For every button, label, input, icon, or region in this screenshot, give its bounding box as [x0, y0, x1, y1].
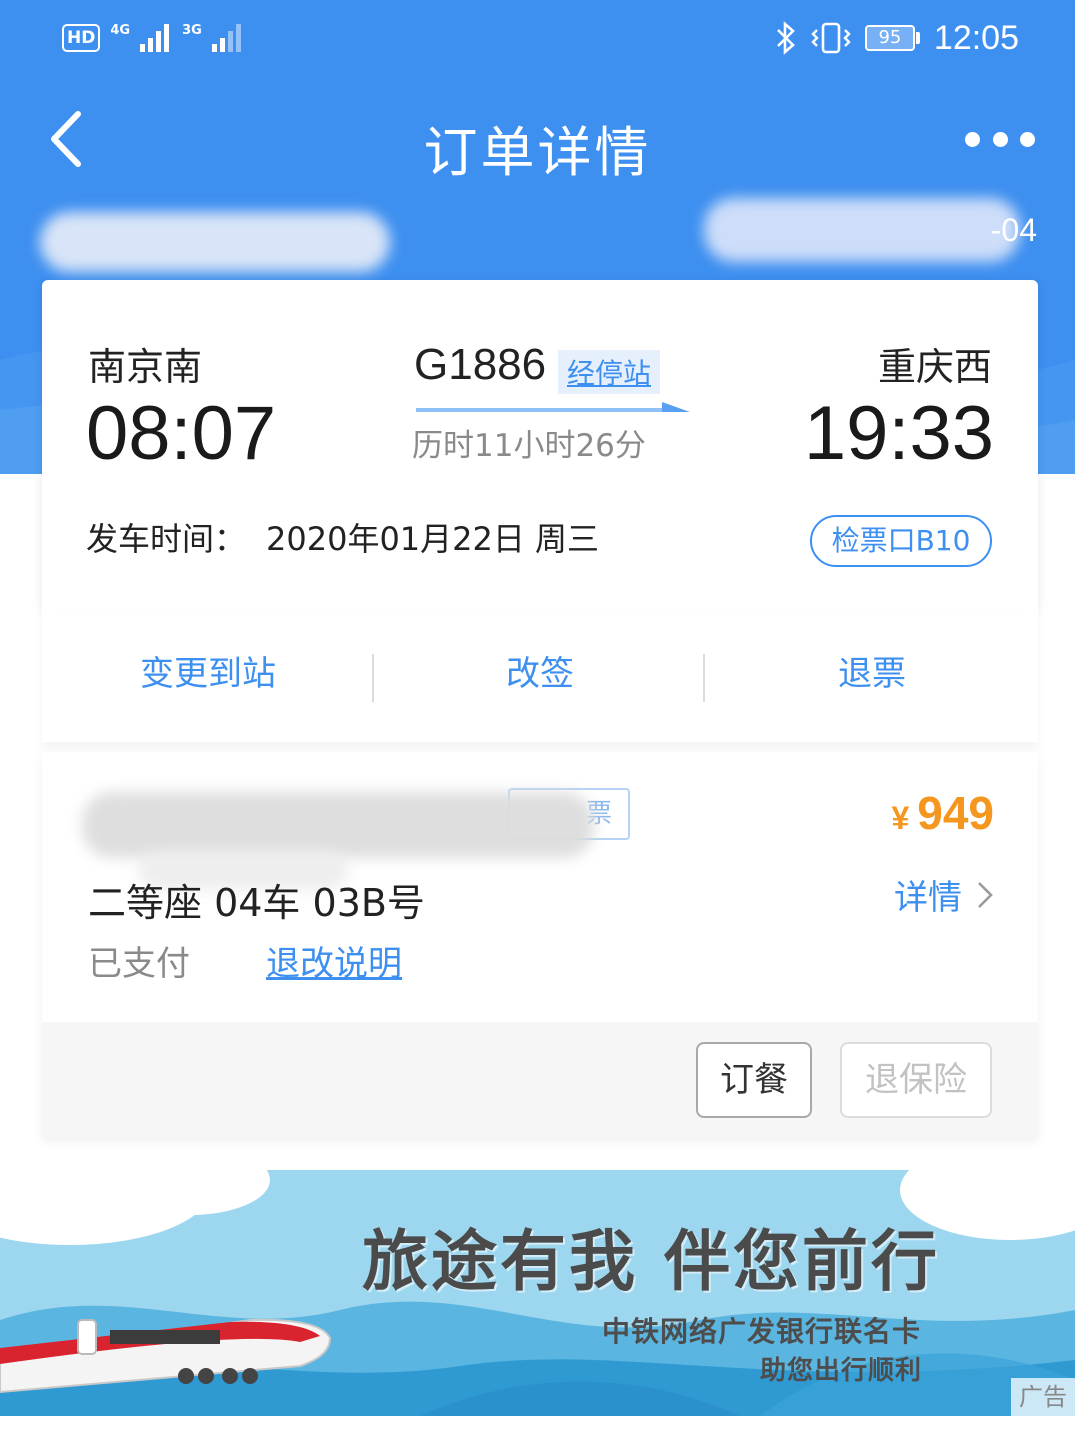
status-clock: 12:05 — [933, 18, 1019, 57]
currency-symbol: ¥ — [891, 800, 910, 836]
departure-date: 2020年01月22日 周三 — [266, 520, 600, 558]
trip-info-card: 南京南 08:07 G1886 经停站 历时11小时26分 重庆西 19:33 … — [42, 280, 1038, 610]
travel-duration: 历时11小时26分 — [412, 428, 646, 464]
price-value: 949 — [917, 787, 994, 839]
passenger-ticket-card: 票 ¥949 二等座 04车 03B号 详情 已支付 退改说明 订餐 退保险 — [42, 752, 1038, 1138]
ticket-detail-link[interactable]: 详情 — [894, 870, 994, 919]
seat-info: 二等座 04车 03B号 — [88, 881, 425, 925]
battery-tip — [915, 32, 920, 44]
vibrate-icon — [811, 22, 851, 54]
network-type-1: 4G — [110, 22, 131, 38]
redacted-passenger-name — [82, 792, 594, 858]
ad-label: 广告 — [1011, 1378, 1075, 1416]
more-options-button[interactable] — [965, 126, 1035, 152]
departure-station: 南京南 — [88, 345, 203, 389]
departure-date-label: 发车时间： — [86, 520, 247, 558]
train-number: G1886 — [414, 340, 547, 389]
refund-button[interactable]: 退票 — [706, 646, 1038, 695]
status-bar-right: 95 12:05 — [775, 18, 1019, 58]
cancel-insurance-button[interactable]: 退保险 — [840, 1042, 992, 1118]
status-bar: HD 4G 3G 95 12:05 — [0, 0, 1075, 78]
bluetooth-icon — [776, 21, 795, 55]
ad-banner[interactable]: 旅途有我 伴您前行 中铁网络广发银行联名卡 助您出行顺利 广告 — [0, 1170, 1075, 1416]
ad-subtitle: 中铁网络广发银行联名卡 — [602, 1315, 922, 1348]
navigation-bar: 订单详情 — [0, 90, 1075, 190]
ad-title: 旅途有我 伴您前行 — [362, 1223, 940, 1300]
ticket-detail-label: 详情 — [894, 878, 962, 918]
battery-indicator: 95 — [864, 25, 920, 51]
redacted-order-number — [704, 198, 1020, 262]
reschedule-button[interactable]: 改签 — [374, 646, 706, 695]
battery-level: 95 — [864, 25, 915, 51]
signal-icon — [140, 24, 170, 52]
departure-time: 08:07 — [86, 391, 277, 476]
order-number-suffix: -04 — [990, 212, 1037, 248]
more-dot-icon — [965, 131, 980, 147]
payment-status: 已支付 — [88, 944, 190, 984]
signal-icon — [211, 24, 241, 52]
ticket-button-bar: 订餐 退保险 — [42, 1022, 1038, 1138]
arrival-station: 重庆西 — [877, 345, 992, 389]
action-divider — [703, 654, 705, 702]
page-title: 订单详情 — [423, 121, 652, 184]
ad-subtitle-2: 助您出行顺利 — [760, 1356, 923, 1386]
order-meal-button[interactable]: 订餐 — [696, 1042, 812, 1118]
hd-indicator: HD — [62, 24, 101, 52]
refund-rules-link[interactable]: 退改说明 — [266, 936, 402, 985]
redacted-order-info — [40, 212, 390, 272]
status-bar-left: HD 4G 3G — [62, 20, 244, 56]
more-dot-icon — [1020, 131, 1035, 147]
change-destination-button[interactable]: 变更到站 — [42, 646, 374, 695]
chevron-right-icon — [978, 881, 993, 908]
order-actions: 变更到站 改签 退票 — [42, 610, 1038, 742]
ticket-price: ¥949 — [891, 786, 994, 840]
more-dot-icon — [992, 131, 1008, 147]
ticket-gate-badge: 检票口B10 — [810, 515, 992, 567]
arrival-time: 19:33 — [803, 391, 994, 476]
journey-arrow-icon — [416, 402, 690, 412]
network-type-2: 3G — [182, 22, 202, 38]
stops-link[interactable]: 经停站 — [558, 350, 661, 394]
